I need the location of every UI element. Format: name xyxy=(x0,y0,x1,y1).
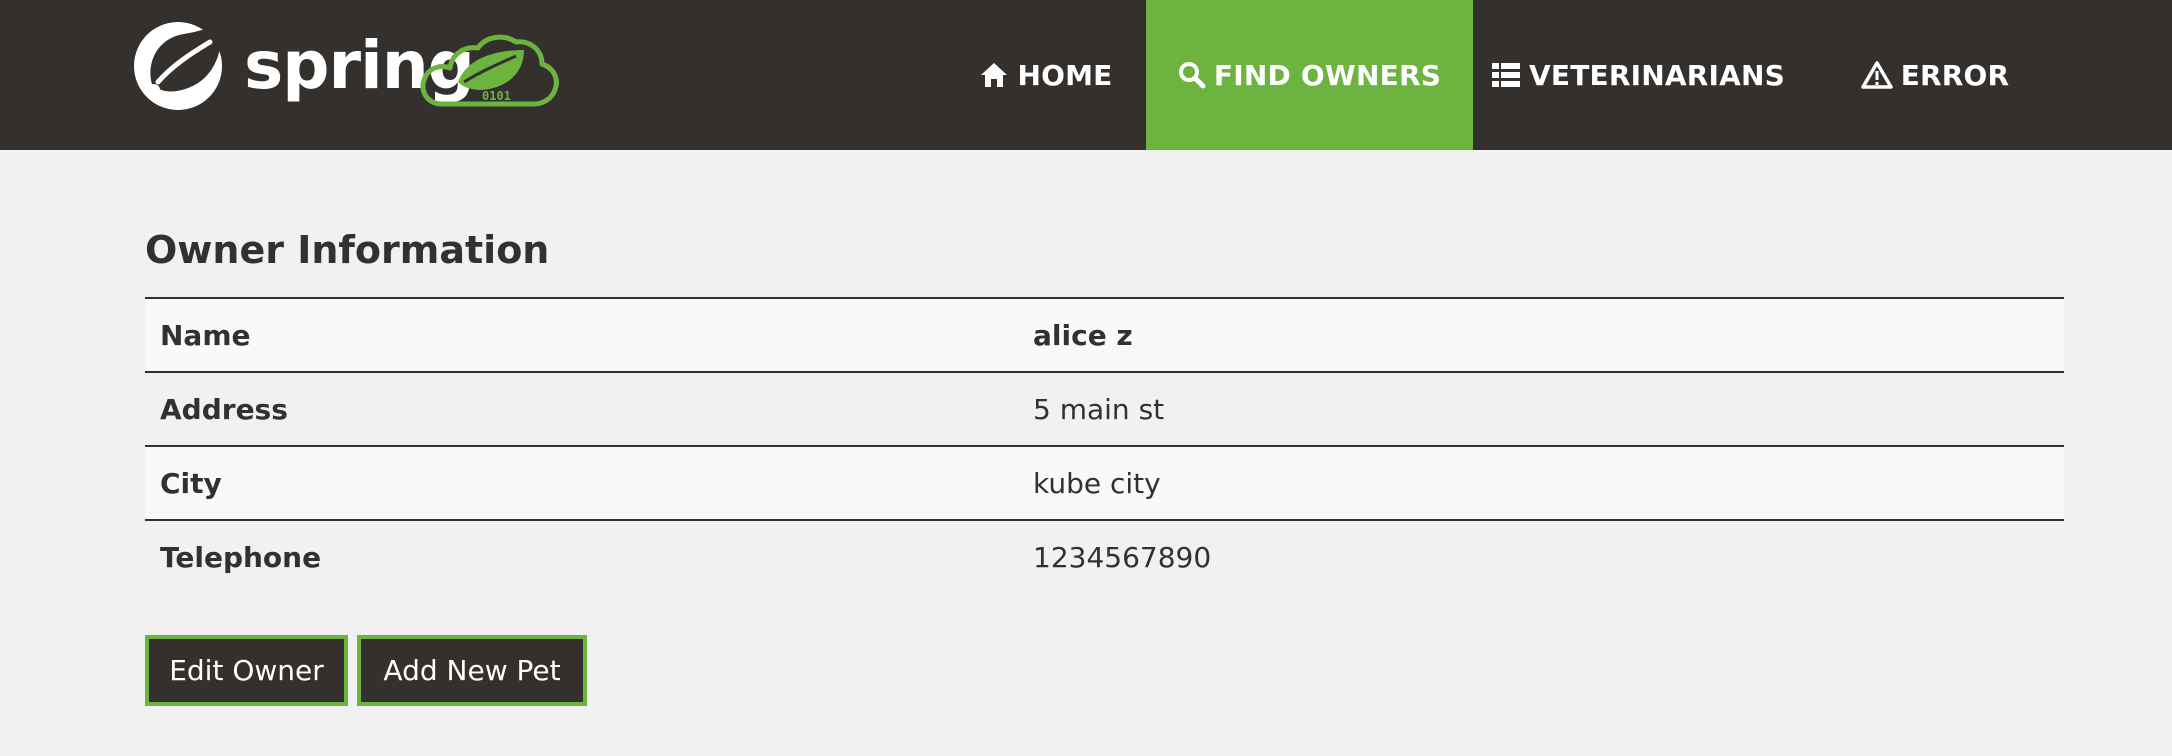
nav-home-label: HOME xyxy=(1017,58,1113,92)
nav-home[interactable]: HOME xyxy=(966,0,1126,150)
owner-info-table: Name alice z Address 5 main st City kube… xyxy=(145,297,2064,594)
row-value-telephone: 1234567890 xyxy=(1028,519,2064,594)
navbar: spring 0101 HOME FIND OWNERS VETERINARIA… xyxy=(0,0,2172,150)
svg-text:0101: 0101 xyxy=(482,89,511,103)
row-label-name: Name xyxy=(160,318,251,352)
page-title: Owner Information xyxy=(145,228,550,272)
table-row: Address 5 main st xyxy=(145,371,2064,446)
home-icon xyxy=(979,61,1009,89)
row-label-city: City xyxy=(145,445,1028,520)
search-icon xyxy=(1178,61,1206,89)
row-label-address: Address xyxy=(145,371,1028,446)
table-row: City kube city xyxy=(145,445,2064,520)
edit-owner-button[interactable]: Edit Owner xyxy=(145,635,348,706)
nav-error[interactable]: ERROR xyxy=(1840,0,2030,150)
nav-find-owners[interactable]: FIND OWNERS xyxy=(1146,0,1473,150)
add-new-pet-button[interactable]: Add New Pet xyxy=(357,635,587,706)
spring-logo[interactable]: spring 0101 xyxy=(132,20,592,112)
table-row: Telephone 1234567890 xyxy=(145,519,2064,594)
row-value-city: kube city xyxy=(1028,445,2064,520)
table-row: Name alice z xyxy=(145,298,2064,372)
nav-veterinarians[interactable]: VETERINARIANS xyxy=(1473,0,1803,150)
list-icon xyxy=(1491,61,1521,89)
row-value-address: 5 main st xyxy=(1028,371,2064,446)
nav-error-label: ERROR xyxy=(1900,58,2010,92)
row-label-telephone: Telephone xyxy=(145,519,1028,594)
nav-veterinarians-label: VETERINARIANS xyxy=(1529,58,1785,92)
nav-find-owners-label: FIND OWNERS xyxy=(1213,58,1442,92)
warning-icon xyxy=(1860,61,1893,89)
row-value-name: alice z xyxy=(1033,318,1133,352)
